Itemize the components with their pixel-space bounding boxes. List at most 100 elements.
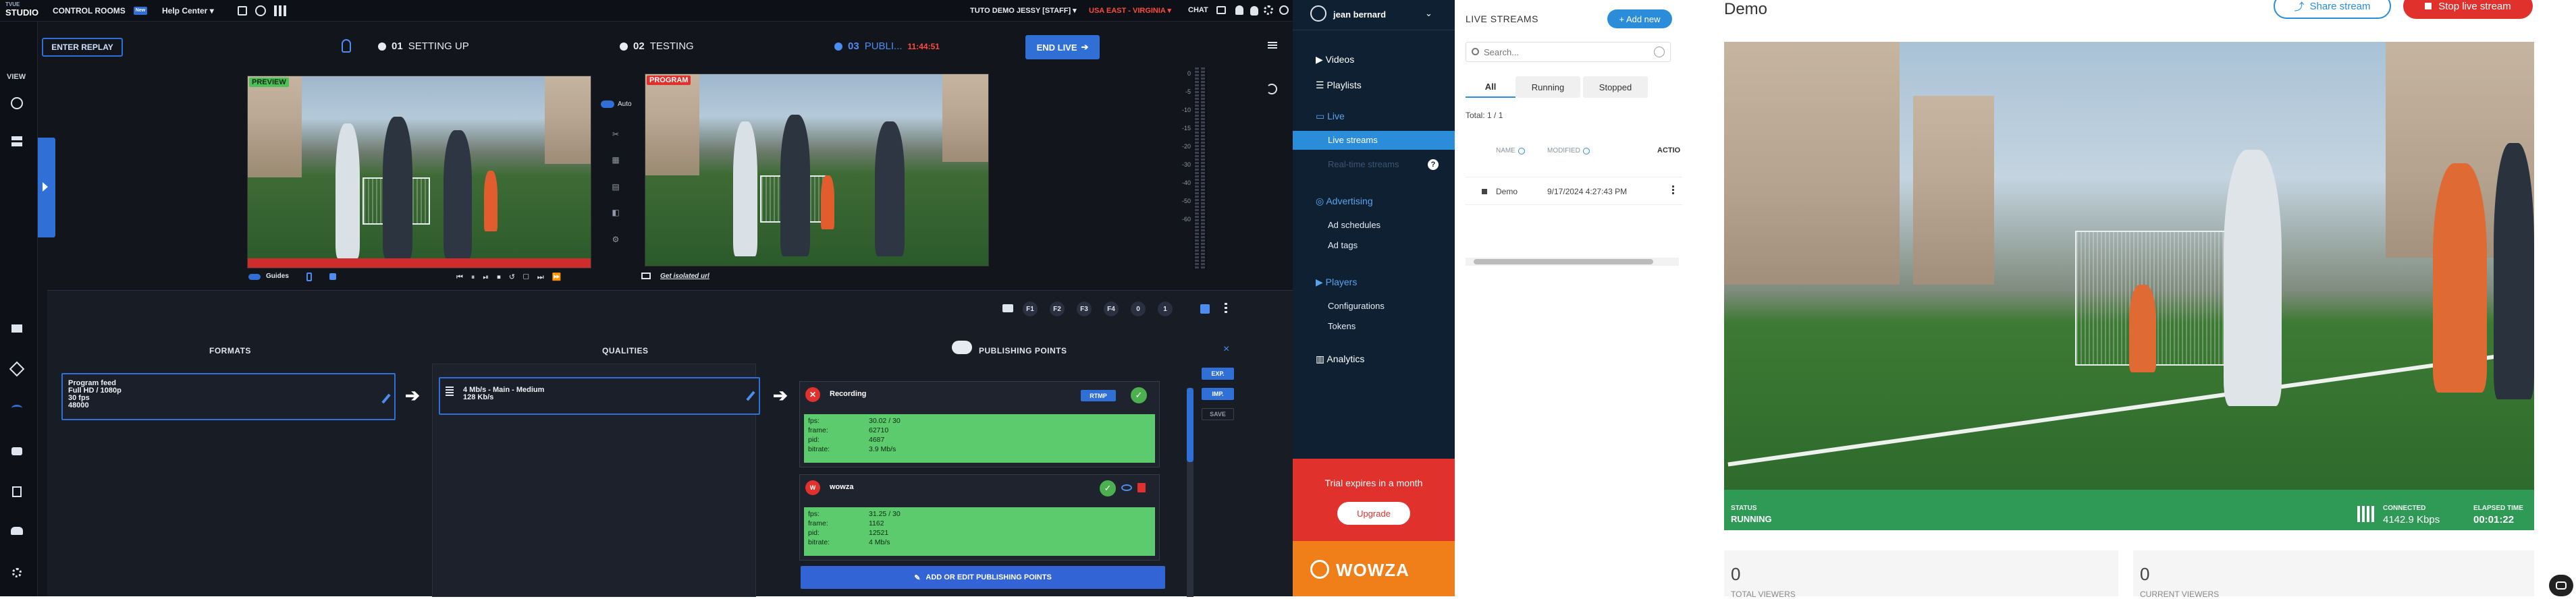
region-menu[interactable]: USA EAST - VIRGINIA ▾	[1089, 6, 1171, 15]
layout-icon[interactable]	[8, 134, 26, 148]
sidebar-item-configurations[interactable]: Configurations	[1328, 301, 1385, 311]
save-button[interactable]: SAVE	[1202, 408, 1234, 420]
enter-replay-button[interactable]: ENTER REPLAY	[42, 38, 123, 57]
sidebar-item-playlists[interactable]: ☰ Playlists	[1316, 80, 1362, 91]
modified-column-header[interactable]: MODIFIED	[1547, 147, 1590, 154]
transport-controls[interactable]: ⏮⏸⏯⏹↺▢⏭⏩	[456, 273, 569, 282]
nav-control-rooms[interactable]: CONTROL ROOMS	[53, 6, 126, 16]
copy-icon[interactable]	[329, 273, 336, 280]
comments-icon[interactable]	[8, 444, 26, 459]
menu-icon[interactable]	[1268, 40, 1277, 49]
table-row[interactable]: Demo 9/17/2024 4:27:43 PM	[1466, 177, 1682, 205]
isolated-url-link[interactable]: Get isolated url	[660, 273, 709, 280]
tab-all[interactable]: All	[1466, 76, 1515, 98]
add-new-button[interactable]: + Add new	[1607, 9, 1672, 28]
gear-icon[interactable]	[1264, 5, 1273, 15]
chevron-down-icon[interactable]: ⌄	[1425, 8, 1432, 19]
f3-button[interactable]: F3	[1077, 302, 1092, 316]
transition-settings-icon[interactable]: ⚙	[609, 233, 622, 246]
chat-bubble-icon[interactable]	[1216, 6, 1226, 14]
user-avatar[interactable]	[1310, 5, 1326, 22]
cut-icon[interactable]: ✂	[609, 128, 622, 140]
sidebar-item-videos[interactable]: ▶ Videos	[1316, 54, 1354, 65]
end-live-button[interactable]: END LIVE ➔	[1025, 35, 1100, 59]
name-column-header[interactable]: NAME	[1496, 147, 1525, 154]
fade-icon[interactable]: ▦	[609, 154, 622, 166]
account-menu[interactable]: TUTO DEMO JESSY [STAFF] ▾	[970, 6, 1077, 15]
step-testing[interactable]: 02 TESTING	[620, 40, 694, 52]
wipe-icon[interactable]: ▤	[609, 181, 622, 193]
sidebar-item-live-streams[interactable]: Live streams	[1293, 131, 1455, 150]
export-button[interactable]: EXP.	[1202, 368, 1234, 380]
broadcast-icon[interactable]	[8, 401, 26, 416]
user-name[interactable]: jean bernard	[1333, 9, 1386, 20]
users-icon[interactable]	[8, 523, 26, 538]
horizontal-scrollbar[interactable]	[1466, 258, 1679, 266]
close-icon[interactable]: ×	[1223, 343, 1229, 355]
check-icon[interactable]: ✓	[1100, 480, 1116, 496]
f2-button[interactable]: F2	[1050, 302, 1065, 316]
studio-logo[interactable]: STUDIO	[5, 7, 38, 18]
sidebar-item-ad-schedules[interactable]: Ad schedules	[1328, 220, 1380, 230]
publishing-point-wowza[interactable]: W wowza ✓ fps: 31.25 / 30 frame: 1162 pid:…	[799, 474, 1160, 561]
publishing-point-recording[interactable]: ✕ Recording RTMP ✓ fps: 30.02 / 30 frame:…	[799, 381, 1160, 467]
import-button[interactable]: IMP.	[1202, 388, 1234, 400]
trash-icon[interactable]	[1137, 483, 1146, 492]
graphics-icon[interactable]	[8, 484, 26, 499]
grid-icon[interactable]	[274, 5, 286, 16]
user-icon[interactable]	[1235, 5, 1243, 15]
guides-toggle[interactable]	[248, 274, 261, 280]
eye-icon[interactable]	[1121, 484, 1132, 491]
settings-icon[interactable]	[8, 565, 26, 580]
globe-icon[interactable]	[255, 5, 266, 16]
quality-card[interactable]: 4 Mb/s - Main - Medium 128 Kb/s	[439, 377, 760, 415]
copy-icon[interactable]	[1200, 304, 1210, 314]
search-box[interactable]	[1466, 42, 1671, 62]
tab-running[interactable]: Running	[1515, 76, 1580, 98]
bell-icon[interactable]	[1250, 6, 1258, 16]
chat-launcher-button[interactable]	[2549, 575, 2573, 596]
subtitles-icon[interactable]	[1002, 304, 1013, 312]
scrollbar[interactable]	[1187, 388, 1193, 597]
preview-video[interactable]: PREVIEW	[247, 76, 591, 268]
auto-toggle[interactable]	[601, 101, 614, 108]
expand-panel-handle[interactable]	[38, 138, 55, 237]
sidebar-item-players[interactable]: ▶ Players	[1316, 277, 1357, 288]
f4-button[interactable]: F4	[1104, 302, 1119, 316]
one-button[interactable]: 1	[1158, 302, 1173, 316]
undo-icon[interactable]	[1266, 84, 1277, 94]
more-vertical-icon[interactable]	[1225, 303, 1227, 314]
sidebar-item-advertising[interactable]: ◎ Advertising	[1316, 196, 1373, 207]
media-icon[interactable]	[8, 321, 26, 336]
stream-player[interactable]	[1724, 42, 2534, 495]
search-input[interactable]	[1484, 45, 1639, 59]
zero-button[interactable]: 0	[1131, 302, 1146, 316]
nav-help-center[interactable]: Help Center ▾	[162, 6, 214, 16]
sidebar-item-analytics[interactable]: ▥ Analytics	[1316, 353, 1364, 365]
f1-button[interactable]: F1	[1023, 302, 1038, 316]
program-video[interactable]: PROGRAM	[645, 74, 989, 266]
sidebar-item-realtime[interactable]: Real-time streams	[1328, 159, 1399, 169]
help-icon[interactable]: ?	[1428, 159, 1439, 170]
phone-icon[interactable]	[306, 273, 312, 281]
stop-stream-button[interactable]: Stop live stream	[2403, 0, 2533, 19]
share-stream-button[interactable]: ⤴ Share stream	[2274, 0, 2391, 19]
clear-search-icon[interactable]	[1654, 47, 1665, 57]
tab-stopped[interactable]: Stopped	[1583, 76, 1648, 98]
step-setting-up[interactable]: 01 SETTING UP	[378, 40, 469, 52]
tools-icon[interactable]	[8, 361, 26, 377]
upgrade-button[interactable]: Upgrade	[1337, 502, 1410, 525]
format-card[interactable]: Program feed Full HD / 1080p 30 fps 4800…	[61, 373, 396, 420]
add-publishing-points-button[interactable]: ✎ ADD OR EDIT PUBLISHING POINTS	[801, 566, 1165, 589]
scrollbar-thumb[interactable]	[1474, 259, 1653, 264]
power-icon[interactable]	[1279, 5, 1289, 15]
check-icon[interactable]: ✓	[1131, 387, 1147, 403]
sidebar-item-tokens[interactable]: Tokens	[1328, 321, 1356, 331]
chat-button[interactable]: CHAT	[1188, 6, 1208, 14]
step-publishing[interactable]: 03 PUBLI... 11:44:51	[834, 40, 940, 52]
audio-icon[interactable]: ◧	[609, 206, 622, 219]
dashboard-icon[interactable]	[8, 96, 26, 111]
bulb-icon[interactable]	[342, 39, 351, 53]
sidebar-item-live[interactable]: ▭ Live	[1316, 111, 1345, 122]
calendar-icon[interactable]	[238, 6, 247, 16]
